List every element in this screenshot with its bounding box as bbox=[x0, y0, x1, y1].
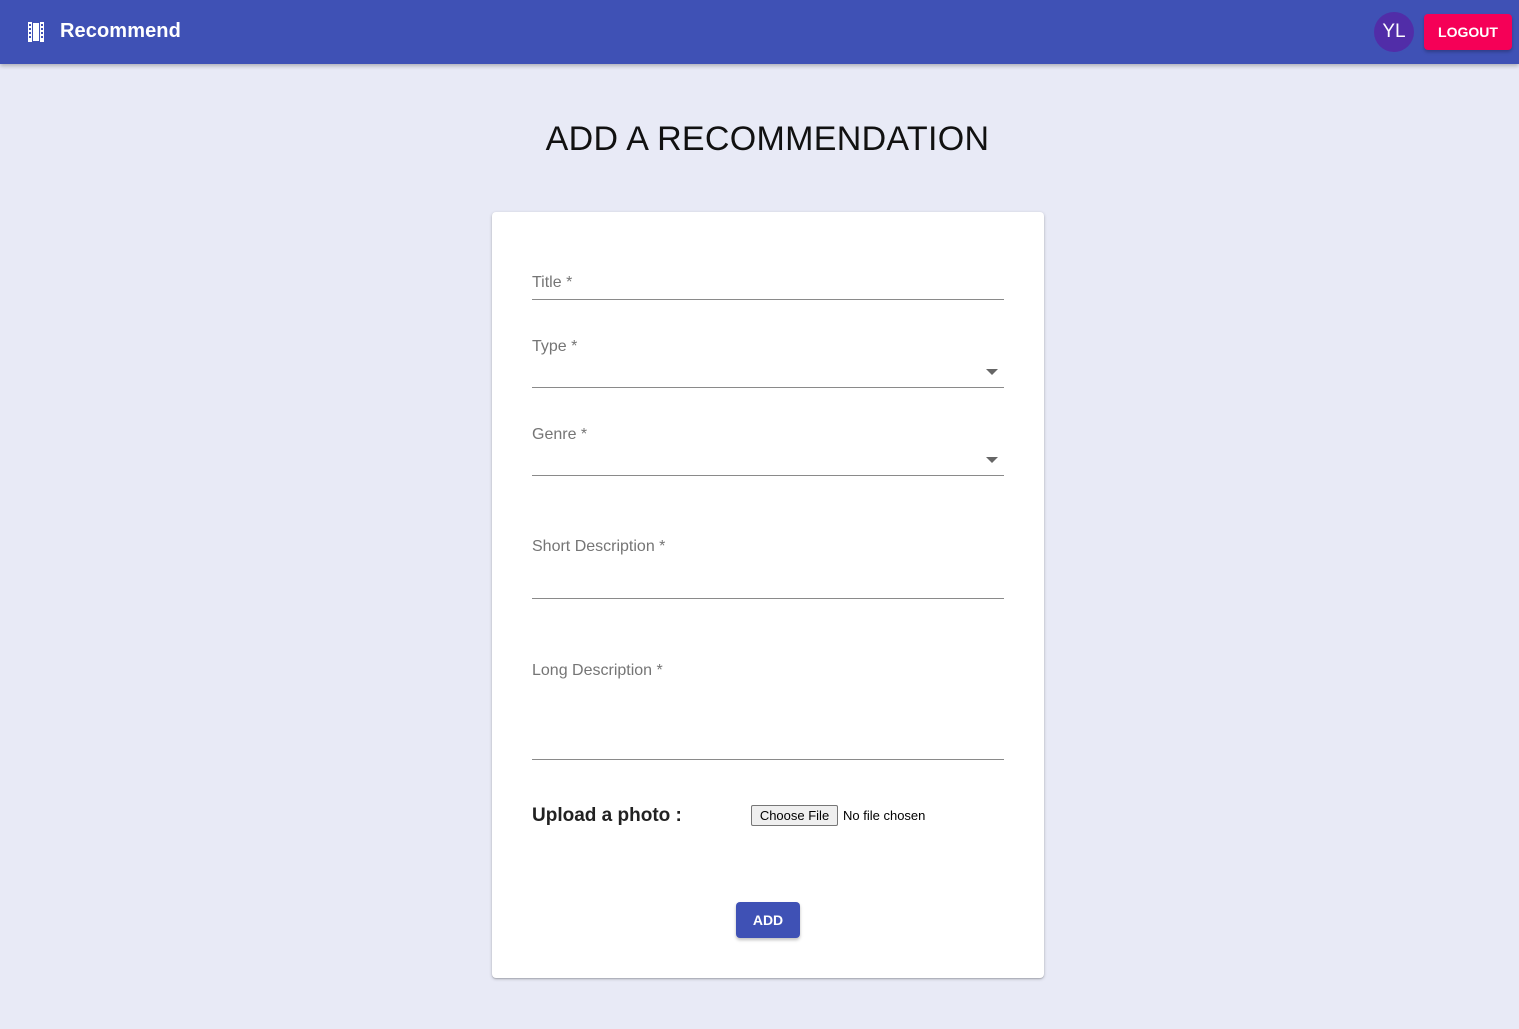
short-description-underline bbox=[532, 598, 1004, 599]
upload-photo-label: Upload a photo : bbox=[532, 805, 682, 826]
long-description-field[interactable]: Long Description * bbox=[532, 662, 1004, 761]
choose-file-button[interactable]: Choose File bbox=[751, 805, 838, 826]
genre-select[interactable]: Genre * bbox=[532, 426, 1004, 476]
file-status-text: No file chosen bbox=[843, 808, 926, 823]
page-title: ADD A RECOMMENDATION bbox=[545, 120, 990, 158]
type-select-label: Type * bbox=[532, 338, 578, 355]
short-description-label: Short Description * bbox=[532, 538, 666, 555]
genre-select-underline bbox=[532, 475, 1004, 476]
user-avatar[interactable]: YL bbox=[1374, 12, 1414, 52]
app-bar: Recommend YL LOGOUT bbox=[0, 0, 1519, 64]
add-button[interactable]: ADD bbox=[736, 902, 800, 938]
long-description-label: Long Description * bbox=[532, 662, 663, 679]
title-field[interactable]: Title * bbox=[532, 274, 1004, 300]
movie-film-icon bbox=[28, 22, 44, 42]
recommendation-form-card: Title * Type * Genre * Short Description… bbox=[492, 212, 1044, 978]
type-select-underline bbox=[532, 387, 1004, 388]
title-field-label: Title * bbox=[532, 274, 573, 291]
type-select[interactable]: Type * bbox=[532, 338, 1004, 388]
logout-button[interactable]: LOGOUT bbox=[1424, 14, 1512, 50]
genre-select-label: Genre * bbox=[532, 426, 588, 443]
brand-title[interactable]: Recommend bbox=[60, 20, 181, 43]
chevron-down-icon[interactable] bbox=[986, 369, 998, 375]
short-description-field[interactable]: Short Description * bbox=[532, 538, 1004, 600]
chevron-down-icon[interactable] bbox=[986, 457, 998, 463]
long-description-underline bbox=[532, 759, 1004, 760]
title-field-underline bbox=[532, 299, 1004, 300]
